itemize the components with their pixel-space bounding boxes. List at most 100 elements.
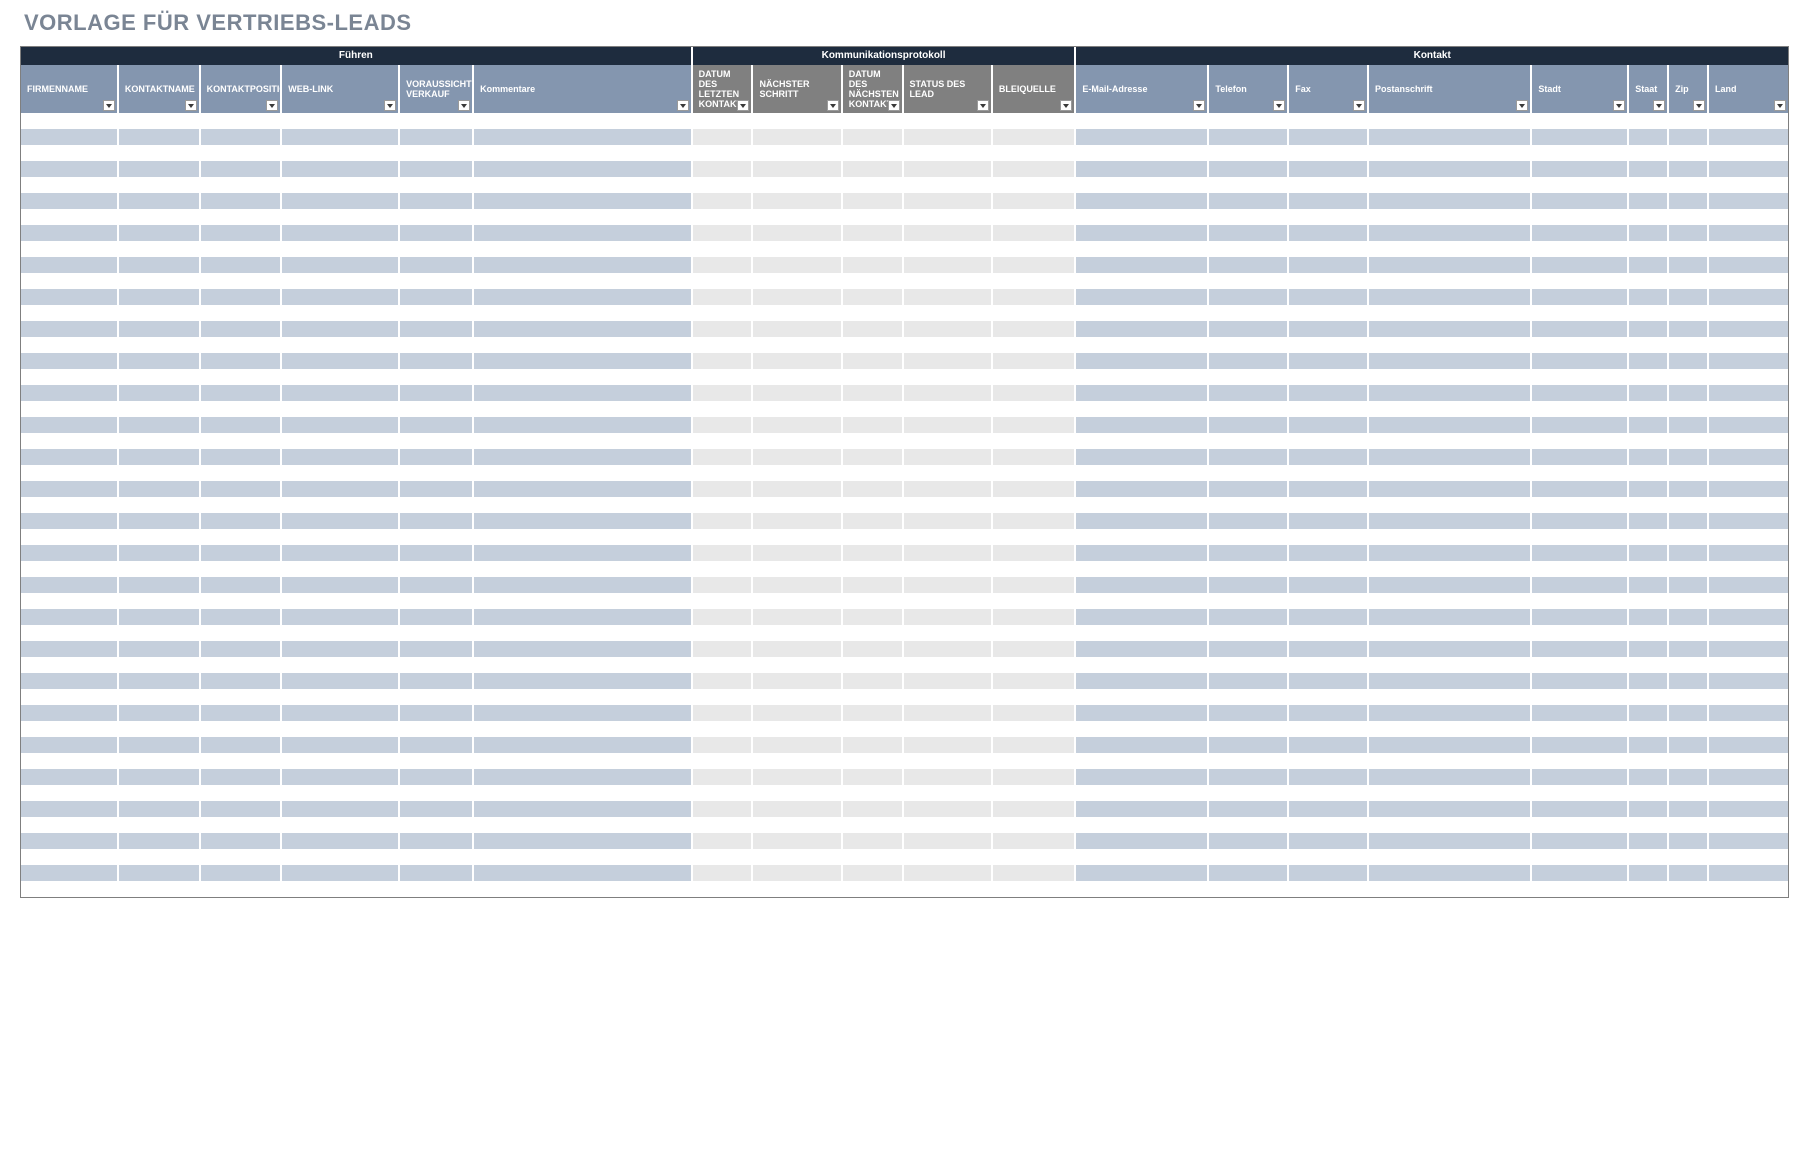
cell[interactable] bbox=[692, 209, 753, 225]
cell[interactable] bbox=[473, 737, 692, 753]
cell[interactable] bbox=[200, 577, 282, 593]
table-row[interactable] bbox=[21, 497, 1788, 513]
cell[interactable] bbox=[842, 369, 903, 385]
cell[interactable] bbox=[1075, 241, 1208, 257]
cell[interactable] bbox=[200, 273, 282, 289]
cell[interactable] bbox=[1368, 177, 1531, 193]
cell[interactable] bbox=[281, 225, 399, 241]
cell[interactable] bbox=[1208, 641, 1288, 657]
cell[interactable] bbox=[473, 785, 692, 801]
cell[interactable] bbox=[1368, 769, 1531, 785]
table-row[interactable] bbox=[21, 401, 1788, 417]
cell[interactable] bbox=[1708, 625, 1788, 641]
cell[interactable] bbox=[1668, 385, 1708, 401]
cell[interactable] bbox=[21, 129, 118, 145]
cell[interactable] bbox=[992, 513, 1076, 529]
col-zip[interactable]: Zip bbox=[1668, 65, 1708, 113]
cell[interactable] bbox=[992, 849, 1076, 865]
cell[interactable] bbox=[118, 593, 200, 609]
cell[interactable] bbox=[1628, 577, 1668, 593]
col-kontaktname[interactable]: KONTAKTNAME bbox=[118, 65, 200, 113]
table-row[interactable] bbox=[21, 289, 1788, 305]
cell[interactable] bbox=[1668, 289, 1708, 305]
cell[interactable] bbox=[842, 465, 903, 481]
cell[interactable] bbox=[842, 769, 903, 785]
cell[interactable] bbox=[281, 817, 399, 833]
cell[interactable] bbox=[399, 225, 473, 241]
cell[interactable] bbox=[992, 113, 1076, 129]
cell[interactable] bbox=[399, 577, 473, 593]
cell[interactable] bbox=[1368, 721, 1531, 737]
cell[interactable] bbox=[752, 545, 841, 561]
cell[interactable] bbox=[692, 321, 753, 337]
table-row[interactable] bbox=[21, 657, 1788, 673]
cell[interactable] bbox=[1075, 321, 1208, 337]
cell[interactable] bbox=[281, 289, 399, 305]
cell[interactable] bbox=[842, 449, 903, 465]
cell[interactable] bbox=[752, 481, 841, 497]
cell[interactable] bbox=[399, 241, 473, 257]
cell[interactable] bbox=[903, 433, 992, 449]
cell[interactable] bbox=[752, 417, 841, 433]
cell[interactable] bbox=[1668, 241, 1708, 257]
cell[interactable] bbox=[1368, 481, 1531, 497]
cell[interactable] bbox=[992, 465, 1076, 481]
cell[interactable] bbox=[692, 673, 753, 689]
cell[interactable] bbox=[200, 161, 282, 177]
cell[interactable] bbox=[1708, 609, 1788, 625]
cell[interactable] bbox=[281, 849, 399, 865]
cell[interactable] bbox=[473, 193, 692, 209]
cell[interactable] bbox=[1368, 689, 1531, 705]
cell[interactable] bbox=[399, 113, 473, 129]
cell[interactable] bbox=[399, 433, 473, 449]
col-naechster-schritt[interactable]: NÄCHSTER SCHRITT bbox=[752, 65, 841, 113]
cell[interactable] bbox=[1288, 689, 1368, 705]
filter-dropdown-icon[interactable] bbox=[266, 100, 278, 111]
cell[interactable] bbox=[1668, 753, 1708, 769]
cell[interactable] bbox=[399, 529, 473, 545]
cell[interactable] bbox=[200, 641, 282, 657]
cell[interactable] bbox=[1288, 833, 1368, 849]
cell[interactable] bbox=[281, 881, 399, 897]
cell[interactable] bbox=[1208, 385, 1288, 401]
cell[interactable] bbox=[1075, 273, 1208, 289]
cell[interactable] bbox=[992, 833, 1076, 849]
filter-dropdown-icon[interactable] bbox=[1774, 100, 1786, 111]
cell[interactable] bbox=[992, 593, 1076, 609]
cell[interactable] bbox=[1208, 145, 1288, 161]
cell[interactable] bbox=[1668, 401, 1708, 417]
cell[interactable] bbox=[118, 849, 200, 865]
cell[interactable] bbox=[1708, 497, 1788, 513]
cell[interactable] bbox=[473, 369, 692, 385]
cell[interactable] bbox=[1208, 657, 1288, 673]
cell[interactable] bbox=[399, 865, 473, 881]
cell[interactable] bbox=[1668, 785, 1708, 801]
cell[interactable] bbox=[1075, 817, 1208, 833]
cell[interactable] bbox=[692, 657, 753, 673]
cell[interactable] bbox=[842, 817, 903, 833]
cell[interactable] bbox=[1208, 705, 1288, 721]
cell[interactable] bbox=[200, 337, 282, 353]
cell[interactable] bbox=[842, 225, 903, 241]
cell[interactable] bbox=[1668, 737, 1708, 753]
cell[interactable] bbox=[1708, 801, 1788, 817]
cell[interactable] bbox=[752, 321, 841, 337]
cell[interactable] bbox=[1628, 849, 1668, 865]
cell[interactable] bbox=[692, 721, 753, 737]
cell[interactable] bbox=[200, 785, 282, 801]
col-kommentare[interactable]: Kommentare bbox=[473, 65, 692, 113]
cell[interactable] bbox=[1288, 801, 1368, 817]
cell[interactable] bbox=[842, 593, 903, 609]
cell[interactable] bbox=[1368, 209, 1531, 225]
cell[interactable] bbox=[903, 801, 992, 817]
cell[interactable] bbox=[1628, 721, 1668, 737]
cell[interactable] bbox=[281, 129, 399, 145]
cell[interactable] bbox=[1075, 465, 1208, 481]
cell[interactable] bbox=[992, 417, 1076, 433]
cell[interactable] bbox=[1368, 257, 1531, 273]
cell[interactable] bbox=[903, 673, 992, 689]
cell[interactable] bbox=[903, 513, 992, 529]
cell[interactable] bbox=[842, 161, 903, 177]
cell[interactable] bbox=[399, 209, 473, 225]
cell[interactable] bbox=[1288, 401, 1368, 417]
